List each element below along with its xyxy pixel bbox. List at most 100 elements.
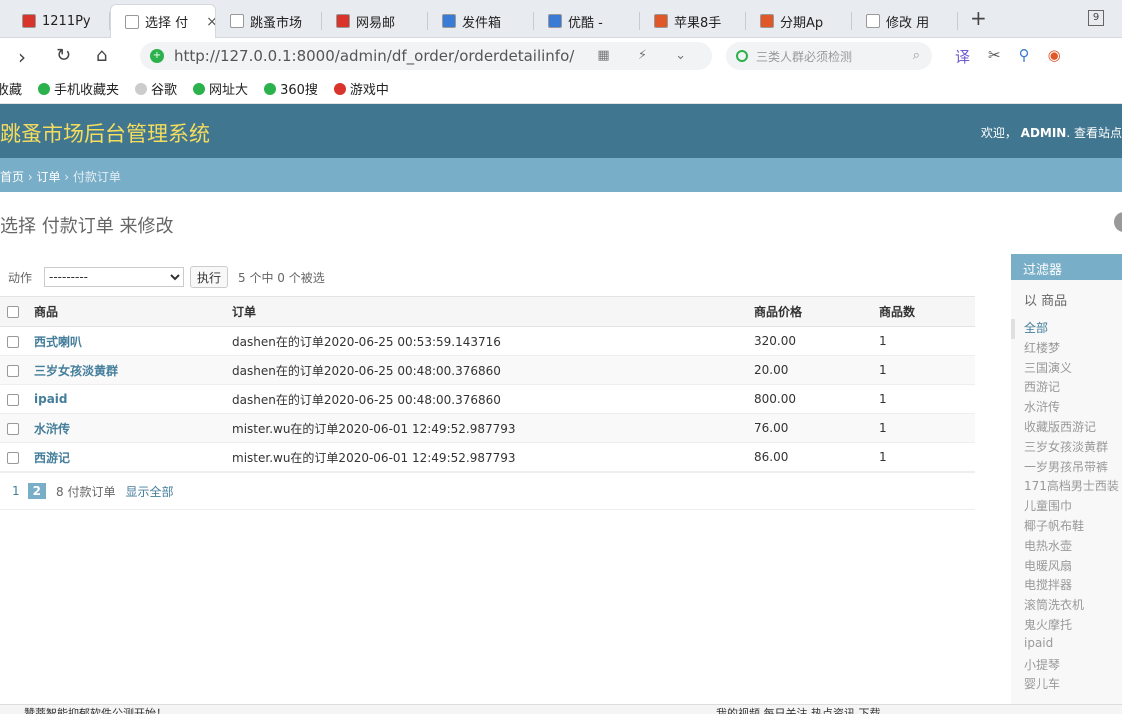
close-tab-icon[interactable]: × — [206, 14, 215, 30]
breadcrumb-current: 付款订单 — [72, 170, 121, 184]
row-checkbox[interactable] — [7, 364, 19, 377]
search-input[interactable]: 三类人群必须检测 ⌕ — [726, 42, 932, 70]
filter-item[interactable]: 三岁女孩淡黄群 — [1024, 438, 1122, 458]
forward-icon[interactable]: › — [18, 45, 26, 69]
product-link[interactable]: ipaid — [34, 392, 68, 406]
tab-favicon-icon — [654, 14, 668, 28]
browser-tab[interactable]: 分期Ap — [746, 4, 852, 38]
filter-item[interactable]: 电暖风扇 — [1024, 557, 1122, 577]
filter-item[interactable]: 滚筒洗衣机 — [1024, 596, 1122, 616]
product-link[interactable]: 三岁女孩淡黄群 — [34, 364, 118, 378]
count-cell: 1 — [879, 334, 887, 348]
tab-favicon-icon — [230, 14, 244, 28]
bookmark-icon — [193, 82, 206, 95]
product-link[interactable]: 西游记 — [34, 451, 70, 465]
home-icon[interactable]: ⌂ — [96, 45, 107, 66]
tab-favicon-icon — [22, 14, 36, 28]
new-tab-button[interactable]: + — [970, 6, 987, 30]
row-checkbox[interactable] — [7, 335, 19, 348]
url-action-icons[interactable]: ▦ ⚡ ⌄ — [597, 48, 698, 63]
filter-item[interactable]: 水浒传 — [1024, 398, 1122, 418]
count-cell: 1 — [879, 392, 887, 406]
bookmark-item[interactable]: 谷歌 — [135, 79, 177, 98]
column-header-count[interactable]: 商品数 — [879, 296, 975, 327]
browser-tab[interactable]: 修改 用 — [852, 4, 958, 38]
page-link-1[interactable]: 1 — [12, 484, 20, 498]
filter-item[interactable]: 电搅拌器 — [1024, 576, 1122, 596]
breadcrumb-app[interactable]: 订单 — [36, 170, 60, 184]
status-right[interactable]: 我的视频 每日关注 热点资讯 下载 — [716, 705, 881, 714]
row-checkbox[interactable] — [7, 451, 19, 464]
admin-header: 跳蚤市场后台管理系统 欢迎， ADMIN. 查看站点 — [0, 104, 1122, 158]
show-all-link[interactable]: 显示全部 — [125, 483, 173, 500]
table-header-row: 商品 订单 商品价格 商品数 — [0, 296, 975, 327]
add-button[interactable] — [1114, 212, 1122, 232]
filter-item[interactable]: 全部 — [1011, 319, 1122, 339]
search-placeholder: 三类人群必须检测 — [756, 49, 853, 64]
filter-item[interactable]: 三国演义 — [1024, 359, 1122, 379]
column-header-order[interactable]: 订单 — [232, 296, 754, 327]
product-link[interactable]: 水浒传 — [34, 422, 70, 436]
browser-tab[interactable]: 选择 付 × — [110, 4, 216, 38]
bookmark-item[interactable]: 360搜 — [264, 79, 318, 98]
price-cell: 320.00 — [754, 334, 796, 348]
browser-tab[interactable]: 发件箱 — [428, 4, 534, 38]
browser-tab[interactable]: 1211Py — [8, 4, 110, 38]
order-cell: mister.wu在的订单2020-06-01 12:49:52.987793 — [232, 450, 516, 465]
magnifier-icon[interactable]: ⚲ — [1019, 46, 1030, 67]
filter-item[interactable]: 儿童围巾 — [1024, 497, 1122, 517]
filter-item[interactable]: 电热水壶 — [1024, 537, 1122, 557]
filter-item[interactable]: 椰子帆布鞋 — [1024, 517, 1122, 537]
filter-item[interactable]: ipaid — [1024, 636, 1122, 656]
bookmark-label: 谷歌 — [151, 83, 178, 98]
filter-item[interactable]: 收藏版西游记 — [1024, 418, 1122, 438]
tab-label: 选择 付 — [145, 16, 189, 31]
url-bar[interactable]: + http://127.0.0.1:8000/admin/df_order/o… — [140, 42, 712, 70]
bookmark-item[interactable]: 网址大 — [193, 79, 248, 98]
filter-item[interactable]: 一岁男孩吊带裤 — [1024, 458, 1122, 478]
browser-tab[interactable]: 网易邮 — [322, 4, 428, 38]
browser-tab[interactable]: 跳蚤市场 — [216, 4, 322, 38]
gamepad-icon[interactable]: ◉ — [1048, 46, 1061, 67]
bookmark-item[interactable]: 手机收藏夹 — [38, 79, 119, 98]
table-row: 西游记 mister.wu在的订单2020-06-01 12:49:52.9877… — [0, 442, 975, 472]
filter-item[interactable]: 鬼火摩托 — [1024, 616, 1122, 636]
site-name[interactable]: 跳蚤市场后台管理系统 — [0, 118, 210, 148]
url-text[interactable]: http://127.0.0.1:8000/admin/df_order/ord… — [174, 47, 574, 65]
tab-count-badge[interactable]: 9 — [1088, 10, 1104, 26]
bookmark-item[interactable]: 收藏 — [0, 79, 22, 98]
scissors-icon[interactable]: ✂ — [988, 46, 1001, 67]
filter-item[interactable]: 红楼梦 — [1024, 339, 1122, 359]
action-label: 动作 — [8, 270, 33, 285]
row-checkbox[interactable] — [7, 422, 19, 435]
row-checkbox[interactable] — [7, 393, 19, 406]
column-header-price[interactable]: 商品价格 — [754, 296, 879, 327]
translate-icon[interactable]: 译 — [955, 46, 970, 67]
filter-item[interactable]: 171高档男士西装 — [1024, 477, 1122, 497]
column-header-product[interactable]: 商品 — [28, 296, 232, 327]
actions-bar: 动作 --------- 执行 5 个中 0 个被选 — [0, 262, 975, 292]
reload-icon[interactable]: ↻ — [56, 45, 71, 66]
browser-tab[interactable]: 优酷 - — [534, 4, 640, 38]
bookmark-icon — [333, 82, 346, 95]
page-title: 选择 付款订单 来修改 — [0, 216, 174, 237]
tab-favicon-icon — [442, 14, 456, 28]
bookmark-icon — [38, 82, 51, 95]
count-cell: 1 — [879, 421, 887, 435]
selection-counter: 5 个中 0 个被选 — [238, 270, 325, 285]
search-icon[interactable]: ⌕ — [913, 48, 920, 63]
filter-item[interactable]: 婴儿车 — [1024, 675, 1122, 695]
product-link[interactable]: 西式喇叭 — [34, 335, 82, 349]
view-site-link[interactable]: . 查看站点 — [1066, 126, 1122, 140]
bookmark-item[interactable]: 游戏中 — [333, 79, 389, 98]
browser-tab[interactable]: 苹果8手 — [640, 4, 746, 38]
select-all-checkbox[interactable] — [7, 306, 19, 318]
action-select[interactable]: --------- — [44, 267, 185, 287]
filter-item[interactable]: 西游记 — [1024, 378, 1122, 398]
status-left[interactable]: 赞蒂智能抑郁软件公测开始！ — [24, 705, 167, 714]
changelist-filter: 过滤器 以 商品 全部 红楼梦 三国演义 西游记 水浒传 收藏版西游记 三岁女孩淡黄群 一岁男… — [1011, 254, 1122, 714]
breadcrumb-home[interactable]: 首页 — [0, 170, 24, 184]
filter-item[interactable]: 小提琴 — [1024, 656, 1122, 676]
run-action-button[interactable]: 执行 — [190, 266, 229, 288]
result-table: 商品 订单 商品价格 商品数 西式喇叭 dashen在的订单2020-06-25 … — [0, 296, 975, 472]
